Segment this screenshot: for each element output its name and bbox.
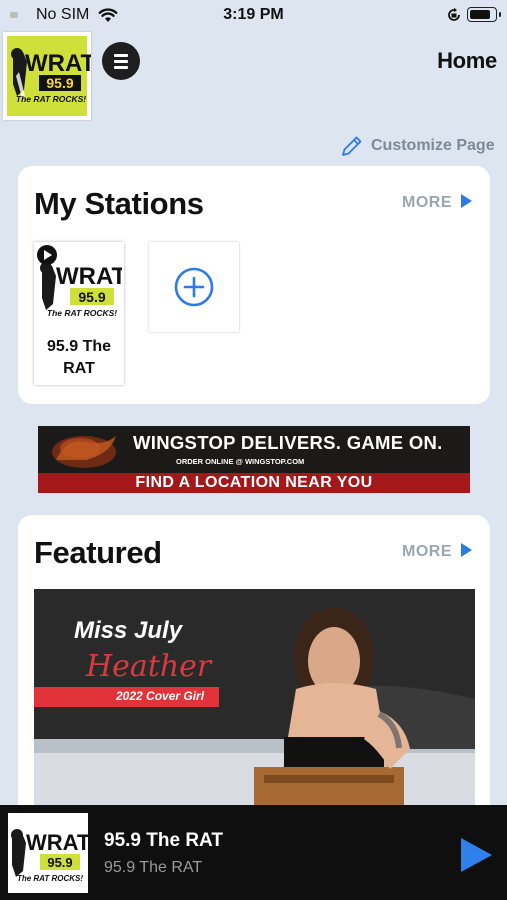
featured-line1: Miss July <box>74 617 183 644</box>
ad-wing-image <box>52 436 116 468</box>
featured-line2: Heather <box>86 649 212 684</box>
station-logo-frequency: 95.9 <box>78 289 105 305</box>
chevron-right-icon <box>461 194 472 208</box>
rat-logo-art: WRAT 95.9 The RAT ROCKS! <box>7 36 96 116</box>
my-stations-more-button[interactable]: MORE <box>402 194 472 212</box>
featured-item-image[interactable]: Miss July Heather 2022 Cover Girl <box>34 589 475 829</box>
mini-player[interactable]: WRAT 95.9 The RAT ROCKS! 95.9 The RAT 95… <box>0 805 507 900</box>
station-logo[interactable]: WRAT 95.9 The RAT ROCKS! <box>3 32 96 120</box>
add-circle-icon <box>174 267 214 307</box>
player-logo-art: WRAT 95.9 The RAT ROCKS! <box>8 813 91 893</box>
player-title: 95.9 The RAT <box>104 830 223 851</box>
page-title: Home <box>437 48 497 73</box>
rotation-lock-icon <box>448 7 460 21</box>
featured-card: Featured MORE Miss July Heather 2022 Cov… <box>18 515 490 829</box>
battery-icon <box>467 7 501 22</box>
menu-icon <box>114 54 128 57</box>
ad-cta: FIND A LOCATION NEAR YOU <box>135 474 373 491</box>
ad-banner[interactable]: WINGSTOP DELIVERS. GAME ON. ORDER ONLINE… <box>38 426 470 493</box>
menu-icon-bar <box>114 60 128 63</box>
menu-icon-bar <box>114 66 128 69</box>
status-bar: No SIM 3:19 PM <box>0 0 507 30</box>
play-icon[interactable] <box>461 838 492 872</box>
clock: 3:19 PM <box>223 6 284 23</box>
station-name: 95.9 The RAT <box>46 338 112 377</box>
customize-page-label: Customize Page <box>371 137 495 154</box>
featured-more-button[interactable]: MORE <box>402 543 472 561</box>
player-station-logo: WRAT 95.9 The RAT ROCKS! <box>8 813 91 893</box>
app-header: WRAT 95.9 The RAT ROCKS! Home <box>0 30 507 120</box>
logo-frequency: 95.9 <box>46 75 73 91</box>
more-label: MORE <box>402 543 452 560</box>
logo-text: WRAT <box>25 50 91 77</box>
player-logo-text: WRAT <box>26 830 88 855</box>
player-subtitle: 95.9 The RAT <box>104 859 203 876</box>
featured-title: Featured <box>34 535 162 570</box>
ad-subline: ORDER ONLINE @ WINGSTOP.COM <box>176 457 305 466</box>
pencil-icon <box>342 136 362 156</box>
featured-line3: 2022 Cover Girl <box>116 689 205 703</box>
my-stations-title: My Stations <box>34 186 204 221</box>
ad-headline: WINGSTOP DELIVERS. GAME ON. <box>133 432 443 453</box>
station-tile[interactable]: WRAT 95.9 The RAT ROCKS! 95.9 The RAT <box>34 242 124 385</box>
player-logo-frequency: 95.9 <box>47 855 72 870</box>
chevron-right-icon <box>461 543 472 557</box>
station-logo-text: WRAT <box>56 263 122 290</box>
logo-tagline: The RAT ROCKS! <box>16 94 86 104</box>
menu-button[interactable] <box>102 42 140 80</box>
station-logo-tagline: The RAT ROCKS! <box>47 308 117 318</box>
play-icon[interactable] <box>37 245 57 265</box>
add-station-button[interactable] <box>149 242 239 332</box>
more-label: MORE <box>402 194 452 211</box>
player-logo-tagline: The RAT ROCKS! <box>17 874 83 883</box>
my-stations-card: My Stations MORE WRAT 95.9 The RAT ROCKS… <box>18 166 490 404</box>
